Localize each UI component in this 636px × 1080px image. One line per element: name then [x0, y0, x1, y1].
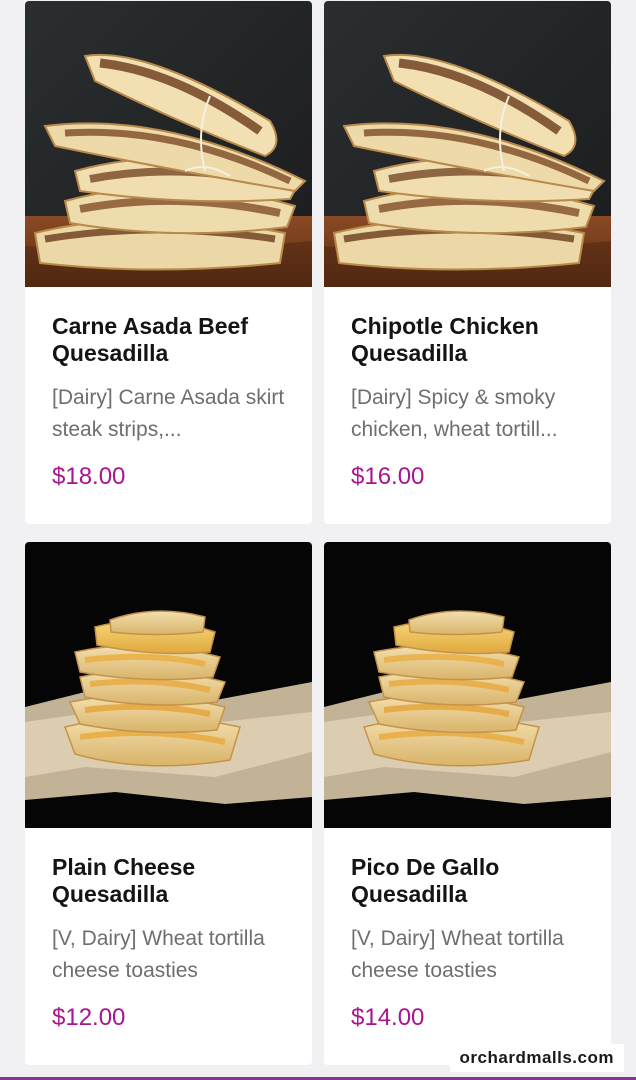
- watermark-text: orchardmalls.com: [449, 1044, 624, 1072]
- item-name: Pico De Gallo Quesadilla: [351, 854, 500, 907]
- menu-card[interactable]: Pico De Gallo Quesadilla [V, Dairy] Whea…: [324, 542, 611, 1065]
- pico-de-gallo-quesadilla-photo[interactable]: [324, 542, 611, 828]
- item-price: $16.00: [351, 463, 425, 490]
- item-name: Chipotle Chicken Quesadilla: [351, 313, 539, 366]
- menu-card[interactable]: Chipotle Chicken Quesadilla [Dairy] Spic…: [324, 1, 611, 524]
- item-description: [V, Dairy] Wheat tortilla cheese toastie…: [351, 927, 564, 982]
- item-description: [Dairy] Carne Asada skirt steak strips,.…: [52, 386, 285, 441]
- item-price: $18.00: [52, 463, 126, 490]
- item-price: $14.00: [351, 1004, 425, 1031]
- item-description: [Dairy] Spicy & smoky chicken, wheat tor…: [351, 386, 558, 441]
- menu-card[interactable]: Carne Asada Beef Quesadilla [Dairy] Carn…: [25, 1, 312, 524]
- item-description: [V, Dairy] Wheat tortilla cheese toastie…: [52, 927, 265, 982]
- carne-asada-quesadilla-photo[interactable]: [25, 1, 312, 287]
- item-name: Carne Asada Beef Quesadilla: [52, 313, 249, 366]
- item-price: $12.00: [52, 1004, 126, 1031]
- menu-grid: Carne Asada Beef Quesadilla [Dairy] Carn…: [25, 1, 612, 1065]
- plain-cheese-quesadilla-photo[interactable]: [25, 542, 312, 828]
- item-name: Plain Cheese Quesadilla: [52, 854, 196, 907]
- menu-card[interactable]: Plain Cheese Quesadilla [V, Dairy] Wheat…: [25, 542, 312, 1065]
- chipotle-chicken-quesadilla-photo[interactable]: [324, 1, 611, 287]
